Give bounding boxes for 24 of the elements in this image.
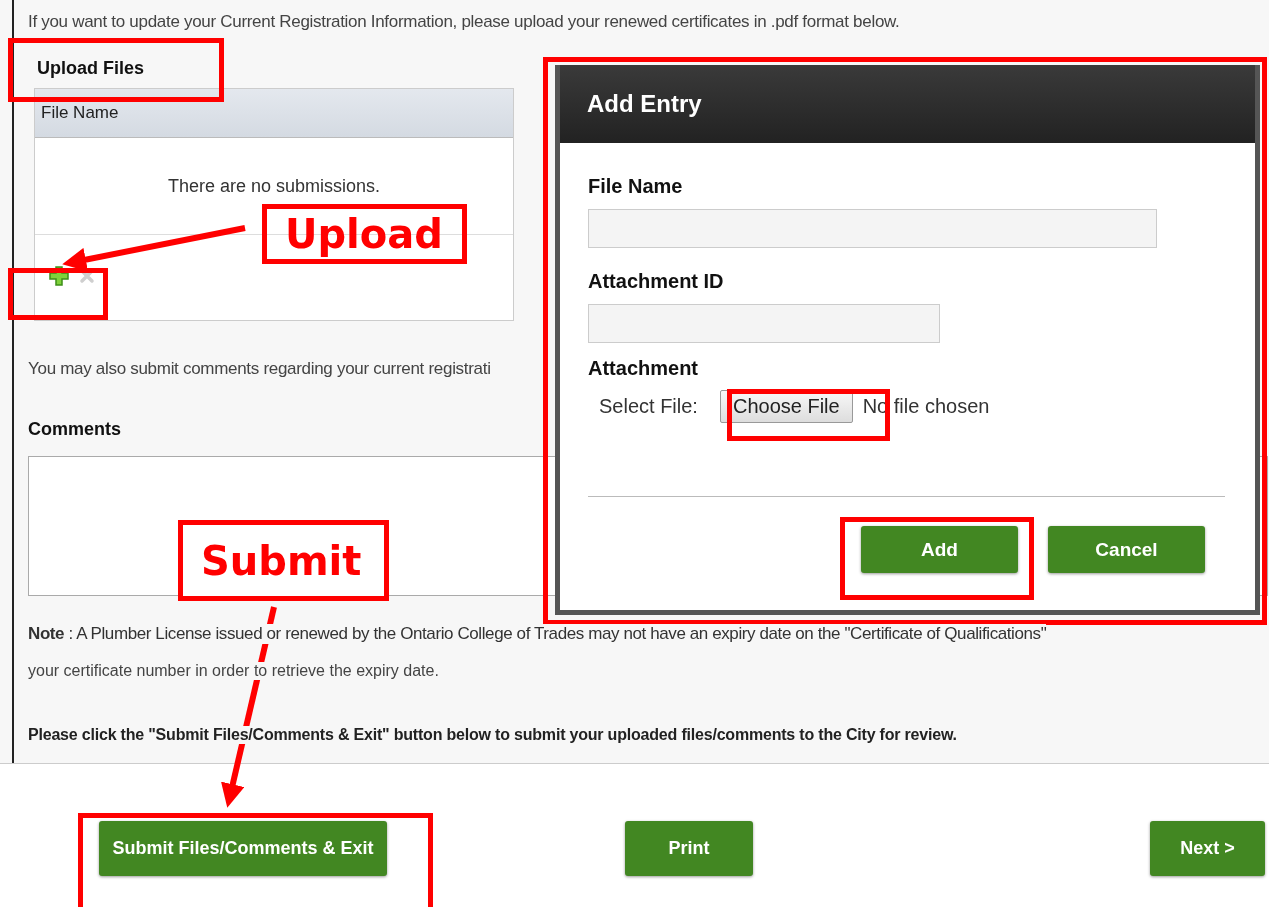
callout-label: Upload	[262, 204, 467, 264]
input-field[interactable]	[588, 304, 940, 343]
input-field[interactable]	[588, 209, 1157, 248]
action-button[interactable]: Next >	[1150, 821, 1265, 876]
note-text: your certificate number in order to retrieve the expiry date.	[28, 662, 439, 680]
dialog-button[interactable]: Cancel	[1048, 526, 1205, 573]
field-label: Select File:	[599, 395, 698, 418]
action-button[interactable]: Submit Files/Comments & Exit	[99, 821, 387, 876]
field-label: Attachment ID	[588, 270, 725, 293]
callout-label: Submit	[178, 520, 389, 601]
field-label: File Name	[588, 175, 684, 198]
comments-label: Comments	[28, 419, 122, 440]
section-title: Upload Files	[37, 58, 145, 79]
add-icon[interactable]	[49, 265, 69, 287]
instruction-text: Please click the "Submit Files/Comments & Exit" button below to submit your uploaded files/comments to the City for review.	[28, 726, 957, 744]
note-text: Note : A Plumber License issued or renewed by the Ontario College of Trades may not have an expiry date on the "Certificate of Qualifications"	[28, 624, 1047, 644]
action-button[interactable]: Print	[625, 821, 753, 876]
comments-intro: You may also submit comments regarding your current registrati	[28, 359, 491, 379]
column-header: File Name	[41, 103, 119, 123]
dialog-button[interactable]: Add	[861, 526, 1018, 573]
empty-message: There are no submissions.	[167, 175, 381, 197]
intro-text: If you want to update your Current Registration Information, please upload your renewed certificates in .pdf format below.	[28, 12, 901, 32]
dialog-title: Add Entry	[587, 90, 702, 118]
field-label: Attachment	[588, 357, 699, 380]
